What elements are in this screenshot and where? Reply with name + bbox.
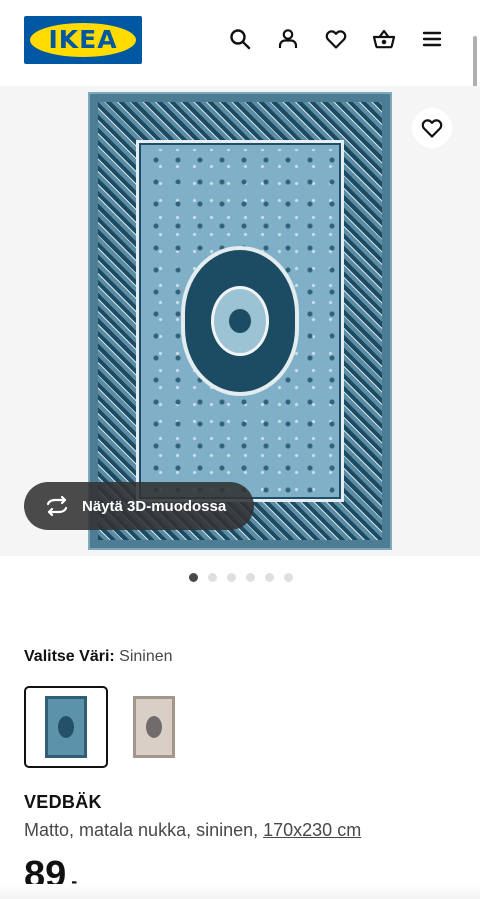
ikea-logo[interactable]: IKEA	[24, 16, 142, 64]
menu-icon[interactable]	[415, 22, 449, 56]
basket-icon[interactable]	[367, 22, 401, 56]
heart-icon	[421, 119, 443, 138]
rotate-3d-icon	[46, 495, 68, 517]
product-description-text: Matto, matala nukka, sininen,	[24, 820, 264, 840]
rug-field	[136, 140, 344, 502]
rug-medallion	[181, 246, 299, 396]
swatch-beige-thumbnail	[133, 696, 175, 758]
color-label-title: Valitse Väri:	[24, 648, 115, 665]
heart-icon[interactable]	[319, 22, 353, 56]
search-icon[interactable]	[223, 22, 257, 56]
site-header: IKEA	[0, 0, 480, 98]
image-pagination	[0, 573, 480, 585]
account-icon[interactable]	[271, 22, 305, 56]
pagination-dot-5[interactable]	[265, 573, 274, 582]
rug-border	[98, 102, 382, 540]
pagination-dot-1[interactable]	[189, 573, 198, 582]
rug-medallion-core	[229, 309, 251, 333]
swatch-beige[interactable]	[112, 686, 196, 768]
view-3d-button[interactable]: Näytä 3D-muodossa	[24, 482, 254, 530]
product-gallery[interactable]: Näytä 3D-muodossa	[0, 86, 480, 556]
pagination-dot-4[interactable]	[246, 573, 255, 582]
color-selector-label: Valitse Väri: Sininen	[24, 648, 173, 666]
pagination-dot-3[interactable]	[227, 573, 236, 582]
color-label-value: Sininen	[119, 648, 173, 665]
bottom-sheet-edge	[0, 884, 480, 899]
swatch-blue[interactable]	[24, 686, 108, 768]
logo-text: IKEA	[48, 25, 118, 54]
rug-medallion-inner	[211, 286, 269, 356]
product-size-link[interactable]: 170x230 cm	[263, 820, 361, 840]
pagination-dot-6[interactable]	[284, 573, 293, 582]
add-to-favourites-button[interactable]	[412, 108, 452, 148]
pagination-dot-2[interactable]	[208, 573, 217, 582]
product-description: Matto, matala nukka, sininen, 170x230 cm	[24, 820, 361, 841]
product-name: VEDBÄK	[24, 792, 102, 812]
view-3d-label: Näytä 3D-muodossa	[82, 497, 227, 515]
swatch-blue-thumbnail	[45, 696, 87, 758]
